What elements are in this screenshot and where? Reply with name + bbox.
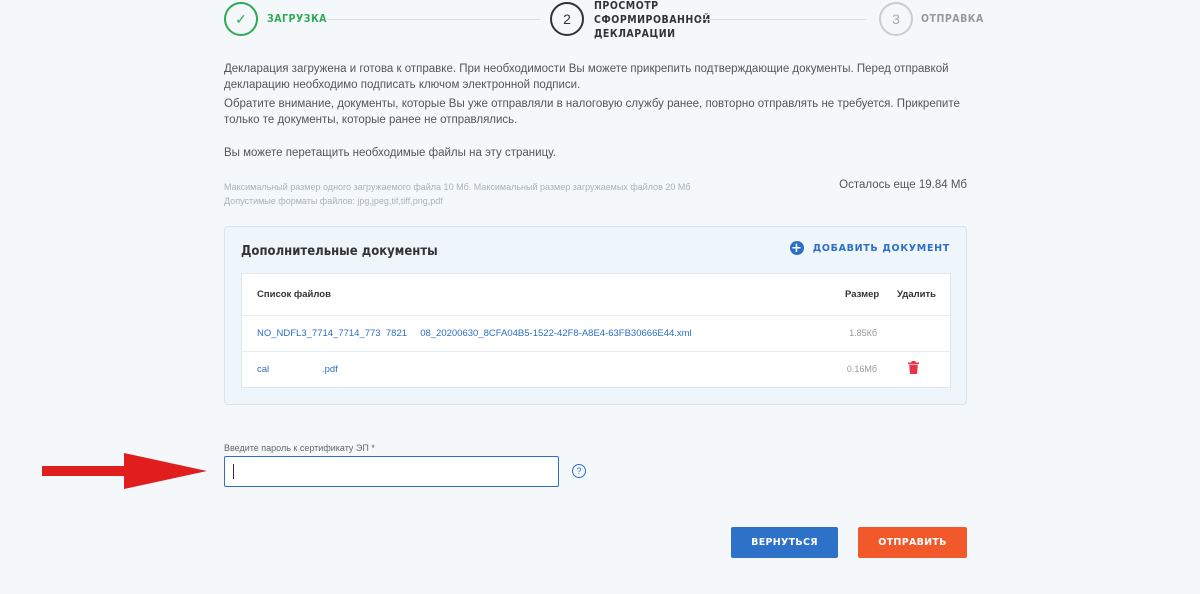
step-number: 3 xyxy=(879,2,913,36)
certificate-password-input[interactable] xyxy=(224,456,559,487)
back-button[interactable]: ВЕРНУТЬСЯ xyxy=(731,527,838,558)
table-row: cal .pdf 0.16Мб xyxy=(242,351,950,387)
step-send-label: ОТПРАВКА xyxy=(921,13,984,25)
file-size: 0.16Мб xyxy=(846,364,877,374)
file-link[interactable]: NO_NDFL3_7714_7714_773 7821 08_20200630_… xyxy=(257,328,692,339)
add-document-label: ДОБАВИТЬ ДОКУМЕНТ xyxy=(812,242,950,254)
size-limit-text: Максимальный размер одного загружаемого … xyxy=(224,182,691,192)
password-label: Введите пароль к сертификату ЭП * xyxy=(224,443,375,453)
annotation-arrow-icon xyxy=(42,453,207,489)
step-review-label-line: ПРОСМОТР xyxy=(594,0,659,12)
send-button[interactable]: ОТПРАВИТЬ xyxy=(858,527,967,558)
step-review-label-line: СФОРМИРОВАННОЙ xyxy=(594,14,711,26)
stepper: ✓ ЗАГРУЗКА 2 ПРОСМОТР СФОРМИРОВАННОЙ ДЕК… xyxy=(0,0,1200,44)
column-header-files: Список файлов xyxy=(257,289,331,300)
upload-limits: Максимальный размер одного загружаемого … xyxy=(224,180,691,208)
step-review-label: ПРОСМОТР СФОРМИРОВАННОЙ ДЕКЛАРАЦИИ xyxy=(594,0,711,41)
step-connector xyxy=(700,19,866,20)
step-number: 2 xyxy=(550,2,584,36)
info-paragraph: Декларация загружена и готова к отправке… xyxy=(224,63,949,91)
table-row: NO_NDFL3_7714_7714_773 7821 08_20200630_… xyxy=(242,315,950,351)
step-review-label-line: ДЕКЛАРАЦИИ xyxy=(594,28,676,40)
text-cursor xyxy=(233,464,234,479)
step-connector xyxy=(325,19,540,20)
panel-title: Дополнительные документы xyxy=(241,244,438,259)
format-limit-text: Допустимые форматы файлов: jpg,jpeg,tif,… xyxy=(224,196,443,206)
files-table: Список файлов Размер Удалить NO_NDFL3_77… xyxy=(241,273,951,388)
remaining-space: Осталось еще 19.84 Мб xyxy=(839,179,967,191)
add-document-button[interactable]: + ДОБАВИТЬ ДОКУМЕНТ xyxy=(789,240,950,256)
additional-documents-panel: Дополнительные документы + ДОБАВИТЬ ДОКУ… xyxy=(224,226,967,405)
plus-icon: + xyxy=(789,240,804,256)
step-upload-label: ЗАГРУЗКА xyxy=(267,13,327,25)
file-size: 1.85Кб xyxy=(849,328,877,338)
trash-icon[interactable] xyxy=(908,361,919,379)
file-link[interactable]: cal .pdf xyxy=(257,364,338,375)
column-header-size: Размер xyxy=(845,289,880,300)
help-icon[interactable]: ? xyxy=(572,464,586,478)
column-header-delete: Удалить xyxy=(897,289,936,300)
drag-drop-hint: Вы можете перетащить необходимые файлы н… xyxy=(224,147,556,159)
check-icon: ✓ xyxy=(224,2,258,36)
info-paragraph: Обратите внимание, документы, которые Вы… xyxy=(224,98,960,126)
